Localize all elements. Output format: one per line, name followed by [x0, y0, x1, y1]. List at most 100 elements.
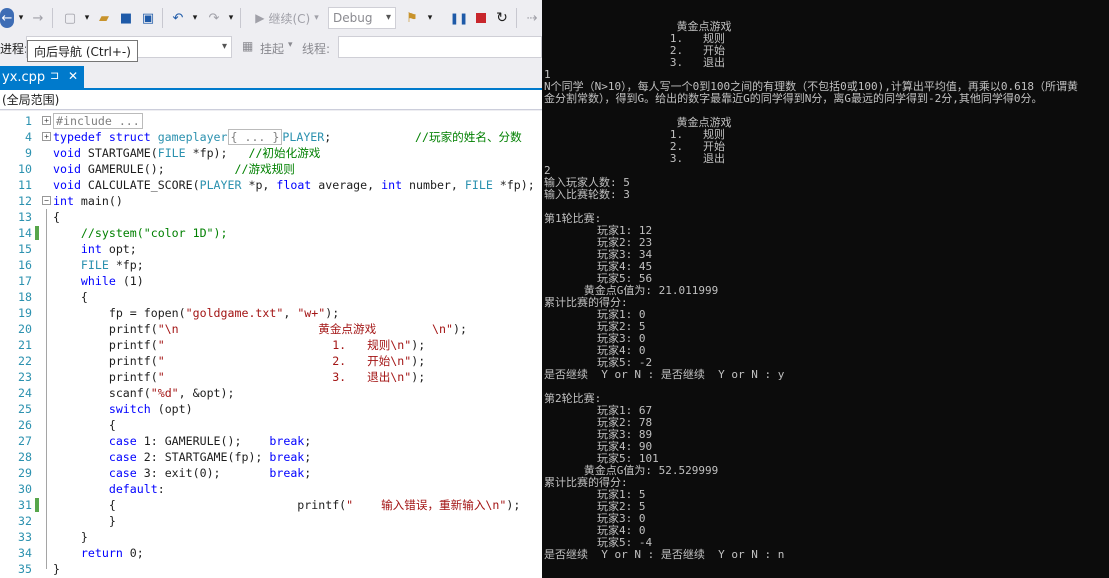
expand-icon[interactable]: +: [42, 132, 51, 141]
code-line[interactable]: 22 printf(" 2. 开始\n");: [0, 353, 542, 369]
line-number: 30: [18, 482, 32, 496]
pin-icon[interactable]: ⊐: [50, 69, 59, 82]
collapse-icon[interactable]: −: [42, 196, 51, 205]
code-line[interactable]: 20 printf("\n 黄金点游戏 \n");: [0, 321, 542, 337]
code-line[interactable]: 10 void GAMERULE(); //游戏规则: [0, 161, 542, 177]
thread-label: 线程:: [302, 42, 331, 56]
thread-select[interactable]: [338, 36, 542, 58]
code-line[interactable]: 31 { printf(" 输入错误，重新输入\n");: [0, 497, 542, 513]
line-number: 25: [18, 402, 32, 416]
code-text: }: [53, 513, 116, 529]
code-line[interactable]: 27 case 1: GAMERULE(); break;: [0, 433, 542, 449]
code-token: "goldgame.txt": [185, 306, 284, 320]
code-token: break: [269, 450, 305, 464]
line-number: 29: [18, 466, 32, 480]
code-line[interactable]: 12 − int main(): [0, 193, 542, 209]
new-project-icon[interactable]: ▢: [62, 8, 78, 28]
code-token: number,: [409, 178, 465, 192]
tab-label: yx.cpp: [2, 69, 46, 85]
restart-icon[interactable]: ↻: [494, 8, 510, 28]
code-line[interactable]: 35}: [0, 561, 542, 577]
code-line[interactable]: 16 FILE *fp;: [0, 257, 542, 273]
attach-dropdown-icon[interactable]: ▾: [424, 8, 436, 28]
code-token: void: [53, 178, 88, 192]
break-all-icon[interactable]: ❚❚: [450, 8, 468, 28]
code-line[interactable]: 25 switch (opt): [0, 401, 542, 417]
code-token: #include ...: [53, 113, 143, 129]
code-token: );: [506, 498, 521, 512]
code-text: case 2: STARTGAME(fp); break;: [53, 449, 311, 465]
code-line[interactable]: 17 while (1): [0, 273, 542, 289]
code-token: return: [80, 546, 130, 560]
code-text: case 1: GAMERULE(); break;: [53, 433, 311, 449]
code-line[interactable]: 4 + typedef struct gameplayer{ ... } PLAYER…: [0, 129, 542, 145]
code-editor[interactable]: 1 + #include ... 4 + typedef struct gameplaye…: [0, 111, 542, 578]
code-token: {: [53, 418, 116, 432]
line-number: 15: [18, 242, 32, 256]
back-navigate-icon[interactable]: ←: [0, 8, 14, 28]
code-line[interactable]: 19 fp = fopen("goldgame.txt", "w+");: [0, 305, 542, 321]
code-text: {: [53, 209, 60, 225]
code-token: main(): [80, 194, 123, 208]
code-text: printf(" 3. 退出\n");: [53, 369, 425, 385]
close-icon[interactable]: ✕: [68, 69, 78, 83]
code-text: return 0;: [53, 545, 144, 561]
continue-button[interactable]: ▶ 继续(C) ▾: [248, 8, 326, 28]
scope-navigation-bar[interactable]: (全局范围): [0, 90, 542, 110]
code-line[interactable]: 18 {: [0, 289, 542, 305]
expand-icon[interactable]: +: [42, 116, 51, 125]
code-line[interactable]: 9 void STARTGAME(FILE *fp); //初始化游戏: [0, 145, 542, 161]
redo-icon[interactable]: ↷: [206, 8, 222, 28]
code-line[interactable]: 1 + #include ...: [0, 113, 542, 129]
code-token: *p,: [241, 178, 277, 192]
tab-yx-cpp[interactable]: yx.cpp ⊐ ✕: [0, 66, 84, 88]
new-dropdown-icon[interactable]: ▾: [82, 8, 92, 28]
code-line[interactable]: 23 printf(" 3. 退出\n");: [0, 369, 542, 385]
code-line[interactable]: 14 //system("color 1D");: [0, 225, 542, 241]
lifecycle-dropdown-icon[interactable]: ▾: [288, 40, 293, 50]
code-token: }: [53, 562, 60, 576]
stop-debugging-icon[interactable]: [474, 8, 488, 28]
code-line[interactable]: 15 int opt;: [0, 241, 542, 257]
code-line[interactable]: 24 scanf("%d", &opt);: [0, 385, 542, 401]
code-line[interactable]: 26 {: [0, 417, 542, 433]
code-token: while: [80, 274, 123, 288]
code-text: void CALCULATE_SCORE(PLAYER *p, float av…: [53, 177, 535, 193]
undo-dropdown-icon[interactable]: ▾: [190, 8, 200, 28]
save-all-icon[interactable]: ▣: [140, 8, 156, 28]
code-text: FILE *fp;: [53, 257, 144, 273]
redo-dropdown-icon[interactable]: ▾: [226, 8, 236, 28]
play-icon: ▶: [255, 11, 265, 25]
code-line[interactable]: 34 return 0;: [0, 545, 542, 561]
line-number: 20: [18, 322, 32, 336]
lifecycle-events-icon[interactable]: ▦: [242, 39, 253, 53]
code-line[interactable]: 33 }: [0, 529, 542, 545]
code-line[interactable]: 13 {: [0, 209, 542, 225]
code-line[interactable]: 29 case 3: exit(0); break;: [0, 465, 542, 481]
code-line[interactable]: 32 }: [0, 513, 542, 529]
code-line[interactable]: 30 default:: [0, 481, 542, 497]
back-dropdown-icon[interactable]: ▾: [16, 8, 26, 28]
code-token: " 2. 开始\n": [157, 354, 412, 368]
code-token: "%d": [150, 386, 179, 400]
code-line[interactable]: 11 void CALCULATE_SCORE(PLAYER *p, float …: [0, 177, 542, 193]
forward-navigate-icon[interactable]: →: [30, 8, 46, 28]
process-label: 进程:: [0, 42, 29, 56]
attach-icon[interactable]: ⚑: [404, 8, 420, 28]
line-number: 22: [18, 354, 32, 368]
code-line[interactable]: 21 printf(" 1. 规则\n");: [0, 337, 542, 353]
code-token: " 3. 退出\n": [157, 370, 412, 384]
configuration-select[interactable]: Debug ▾: [328, 7, 396, 29]
code-text: #include ...: [53, 113, 143, 129]
code-line[interactable]: 28 case 2: STARTGAME(fp); break;: [0, 449, 542, 465]
show-next-statement-icon[interactable]: ⇢: [524, 8, 540, 28]
open-file-icon[interactable]: ▰: [96, 8, 112, 28]
code-token: PLAYER: [282, 130, 325, 144]
code-token: gameplayer: [157, 130, 228, 144]
code-token: fp = fopen(: [53, 306, 186, 320]
undo-icon[interactable]: ↶: [170, 8, 186, 28]
code-token: //游戏规则: [234, 162, 295, 176]
code-token: { printf(: [53, 498, 347, 512]
save-icon[interactable]: ■: [118, 8, 134, 28]
